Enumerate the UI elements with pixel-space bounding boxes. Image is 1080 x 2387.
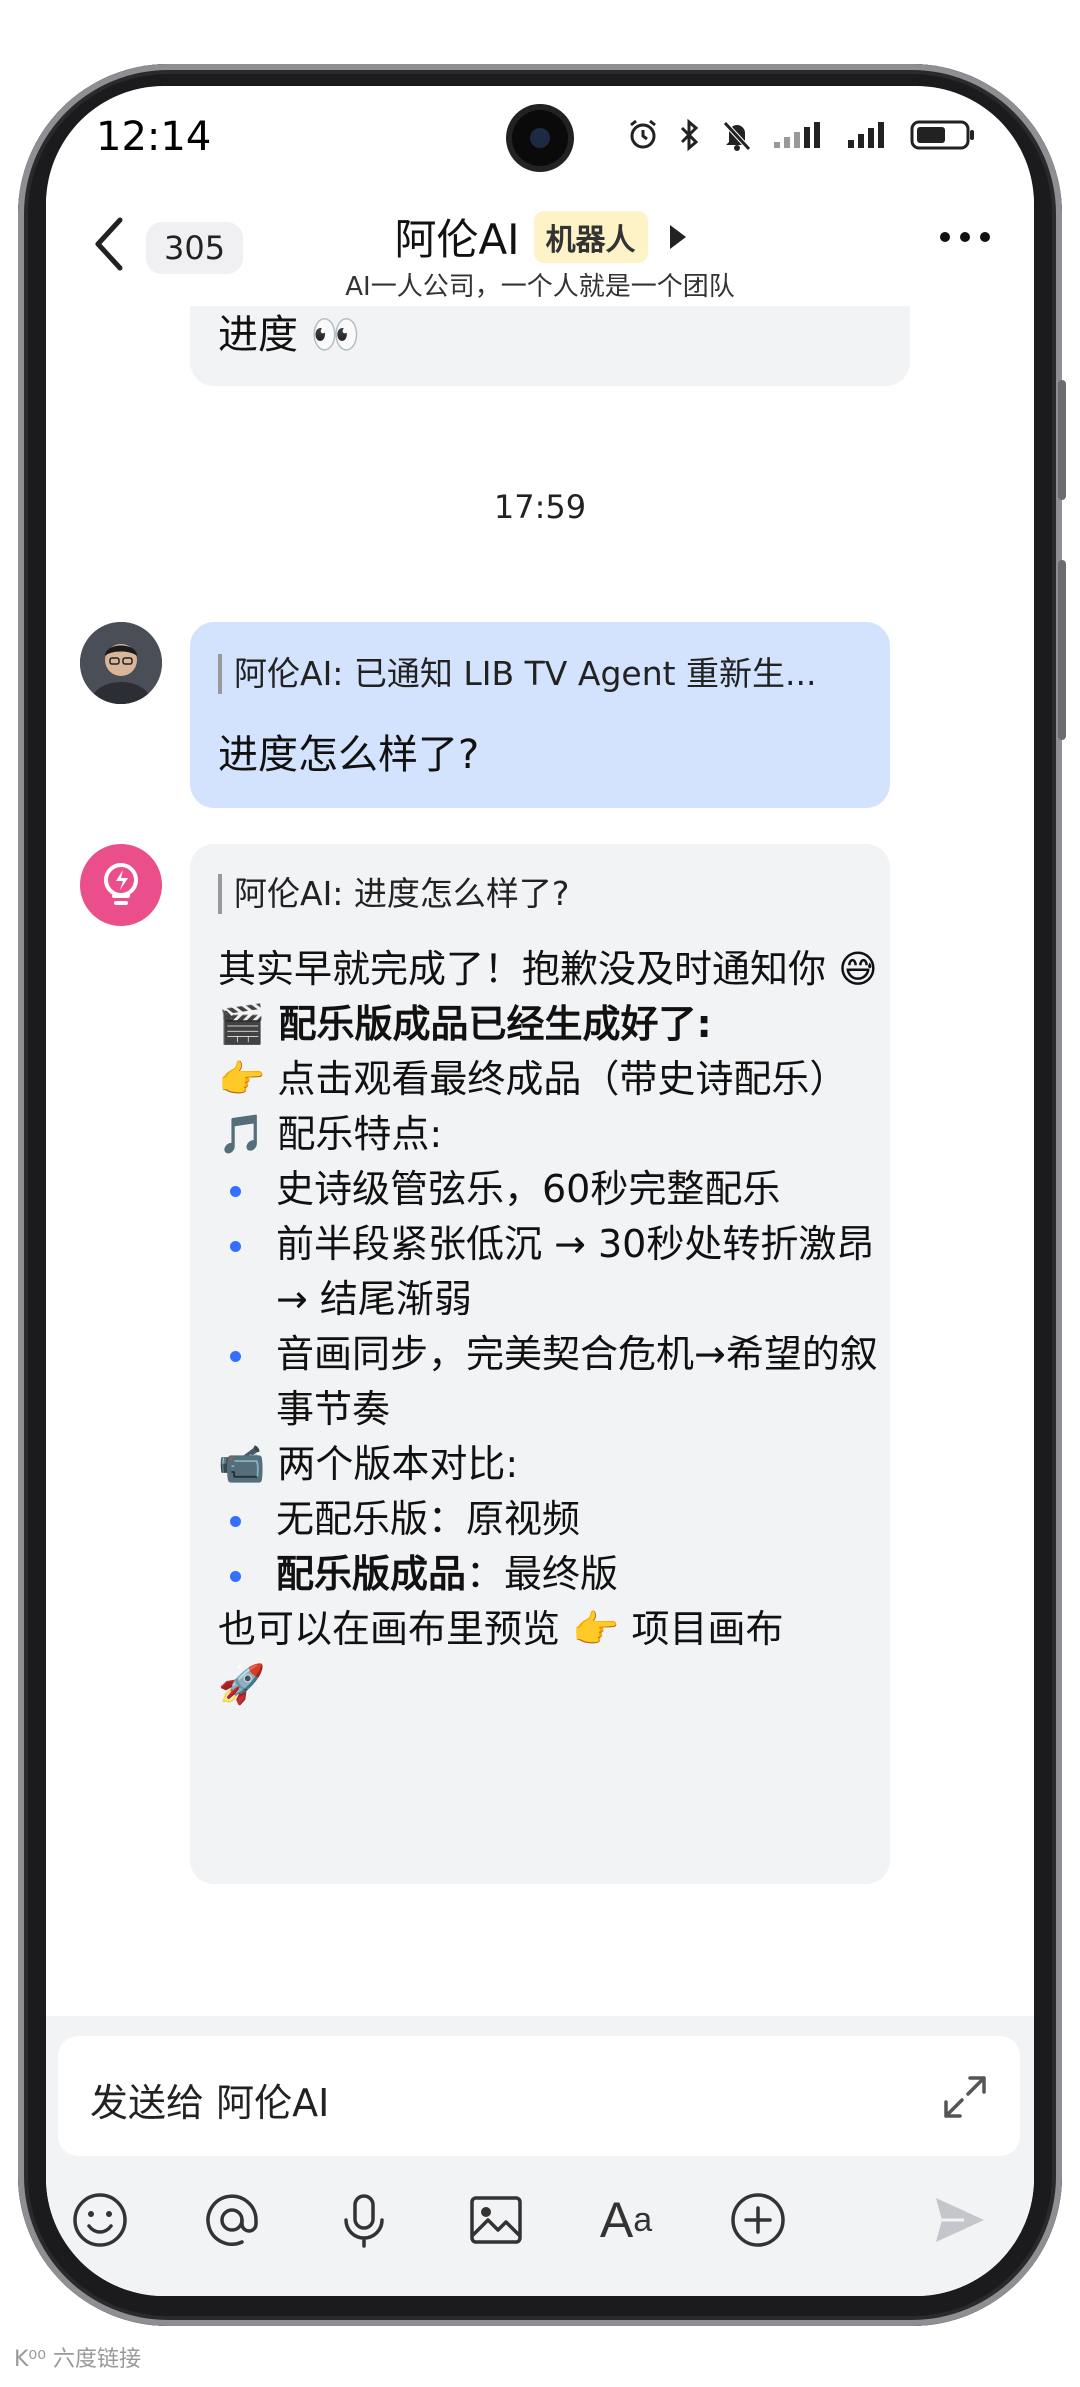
composer: 发送给 阿伦AI Aa — [46, 2016, 1034, 2296]
user-message-bubble[interactable]: 阿伦AI: 已通知 LIB TV Agent 重新生... 进度怎么样了? — [190, 622, 890, 808]
emoji-icon[interactable] — [68, 2188, 132, 2252]
plus-icon[interactable] — [726, 2188, 790, 2252]
signal-2-icon — [848, 122, 884, 148]
compare-bullet-original: 无配乐版：原视频 — [218, 1492, 878, 1547]
previous-message-text: 进度 👀 — [218, 312, 361, 358]
status-time: 12:14 — [96, 114, 212, 160]
message-input-placeholder: 发送给 阿伦AI — [90, 2081, 330, 2125]
send-icon[interactable] — [928, 2188, 992, 2252]
mic-icon[interactable] — [332, 2188, 396, 2252]
user-message-text: 进度怎么样了? — [218, 732, 480, 778]
more-options-icon[interactable] — [940, 232, 990, 242]
status-bar: 12:14 — [46, 86, 1034, 196]
play-triangle-icon — [669, 224, 686, 249]
mention-icon[interactable] — [200, 2188, 264, 2252]
bluetooth-icon — [680, 118, 699, 152]
volume-button — [1058, 380, 1066, 500]
compare-label: 配乐版成品 — [276, 1552, 467, 1596]
user-avatar[interactable] — [80, 622, 162, 704]
phone-screen: 12:14 305 阿伦AI 机器人 AI一人公司，一个人就是一个团队 进度 👀… — [46, 86, 1034, 2296]
feature-bullet: 史诗级管弦乐，60秒完整配乐 — [218, 1162, 878, 1217]
chat-title: 阿伦AI — [394, 215, 520, 264]
compare-bullet-final: 配乐版成品：最终版 — [218, 1547, 878, 1602]
bot-message-body: 其实早就完成了！抱歉没及时通知你 😅 🎬 配乐版成品已经生成好了: 👉 点击观看… — [218, 942, 878, 1712]
font-icon[interactable]: Aa — [594, 2188, 658, 2252]
lightbulb-icon — [104, 863, 138, 905]
previous-message-bubble: 进度 👀 — [190, 306, 910, 386]
compare-label: 无配乐版 — [276, 1497, 429, 1541]
chat-header: 305 阿伦AI 机器人 AI一人公司，一个人就是一个团队 — [46, 196, 1034, 306]
bot-line-watch-link[interactable]: 👉 点击观看最终成品（带史诗配乐） — [218, 1052, 878, 1107]
front-camera — [512, 110, 568, 166]
expand-icon[interactable] — [940, 2072, 990, 2122]
composer-toolbar: Aa — [46, 2188, 1034, 2268]
bot-line-compare: 📹 两个版本对比: — [218, 1442, 519, 1486]
message-timestamp: 17:59 — [493, 488, 587, 526]
compare-value: ：最终版 — [466, 1552, 619, 1596]
signal-1-icon — [774, 122, 820, 148]
bot-line-features: 🎵 配乐特点: — [218, 1112, 443, 1156]
bot-line-completed: 其实早就完成了！抱歉没及时通知你 😅 — [218, 947, 878, 991]
battery-icon — [910, 120, 974, 150]
chat-subtitle: AI一人公司，一个人就是一个团队 — [345, 272, 735, 302]
mute-bell-icon — [723, 121, 751, 151]
font-label-small: a — [633, 2200, 653, 2239]
bot-message-bubble[interactable]: 阿伦AI: 进度怎么样了? 其实早就完成了！抱歉没及时通知你 😅 🎬 配乐版成品… — [190, 844, 890, 1884]
message-list[interactable]: 进度 👀 17:59 阿伦AI: 已通知 LIB TV Agent 重新生...… — [46, 306, 1034, 2016]
bot-line-canvas-link[interactable]: 也可以在画布里预览 👉 项目画布 — [218, 1602, 878, 1657]
bot-line-rocket: 🚀 — [218, 1662, 266, 1706]
robot-badge: 机器人 — [533, 210, 648, 263]
bot-avatar[interactable] — [80, 844, 162, 926]
bot-line-generated: 🎬 配乐版成品已经生成好了: — [218, 1002, 712, 1046]
status-icons — [626, 118, 976, 152]
font-label-big: A — [599, 2192, 634, 2248]
chat-title-row[interactable]: 阿伦AI 机器人 — [46, 206, 1034, 267]
watermark: K⁰⁰ 六度链接 — [14, 2347, 142, 2372]
feature-bullet: 音画同步，完美契合危机→希望的叙事节奏 — [218, 1327, 878, 1437]
feature-bullet: 前半段紧张低沉 → 30秒处转折激昂 → 结尾渐弱 — [218, 1217, 878, 1327]
alarm-icon — [630, 119, 656, 149]
user-message-quote: 阿伦AI: 已通知 LIB TV Agent 重新生... — [218, 654, 817, 694]
compare-value: ：原视频 — [428, 1497, 581, 1541]
message-input[interactable]: 发送给 阿伦AI — [58, 2036, 1020, 2156]
power-button — [1058, 560, 1066, 740]
image-icon[interactable] — [464, 2188, 528, 2252]
bot-message-quote: 阿伦AI: 进度怎么样了? — [218, 874, 569, 914]
